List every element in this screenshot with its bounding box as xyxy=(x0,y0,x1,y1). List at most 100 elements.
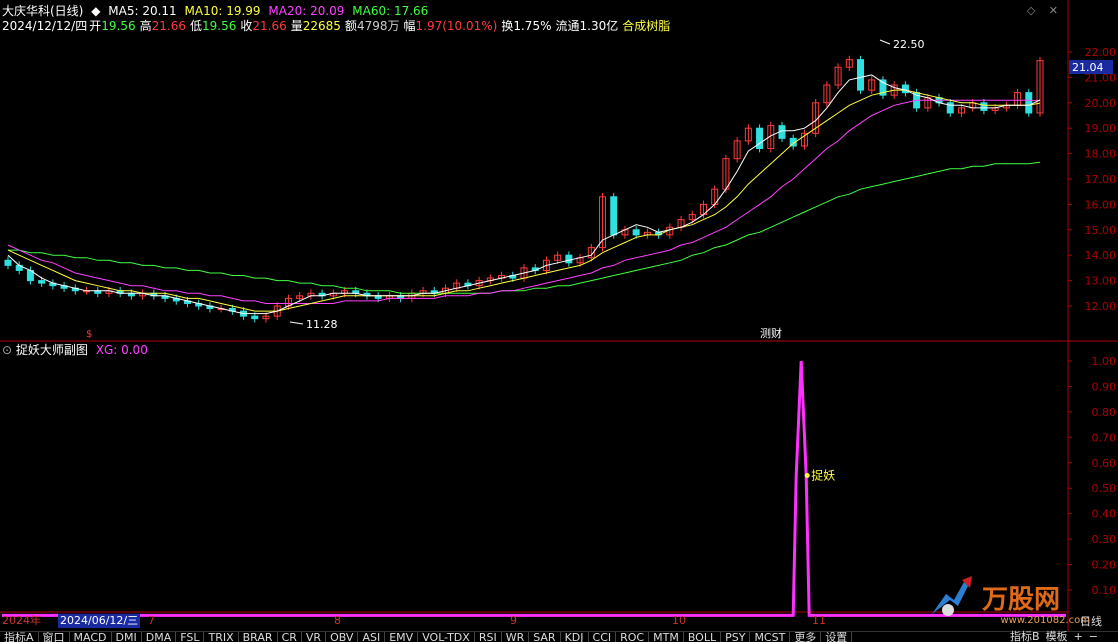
right-tab[interactable]: − xyxy=(1089,630,1098,642)
indicator-tab[interactable]: ASI xyxy=(358,632,386,642)
sub-collapse-icon[interactable]: ⊙ xyxy=(2,343,12,357)
indicator-tab[interactable]: DMA xyxy=(142,632,177,642)
candle-body xyxy=(610,196,618,236)
indicator-tab[interactable]: PSY xyxy=(721,632,751,642)
candle-body xyxy=(565,254,573,264)
indicator-tab[interactable]: 指标A xyxy=(0,632,39,642)
ma5-label: MA5: 20.11 xyxy=(108,4,177,18)
brand-url: www.201082.com xyxy=(1000,615,1090,626)
indicator-tab[interactable]: MCST xyxy=(750,632,791,642)
volume-label: 量 xyxy=(290,19,303,33)
candle-body xyxy=(38,280,46,284)
candle-body xyxy=(1025,92,1033,114)
amount-label: 额 xyxy=(344,19,357,33)
date-axis: 2024年 2024/06/12/三 7 8 9 10 11 xyxy=(0,613,1068,629)
chart-root: 22.00 21.00 20.00 19.00 18.00 17.00 16.00 15.00… xyxy=(0,0,1118,642)
close-value: 21.66 xyxy=(252,19,287,33)
amount-value: 4798万 xyxy=(356,19,400,33)
signal-label: 捉妖 xyxy=(811,468,835,483)
turnover-label: 换 xyxy=(501,19,514,33)
xg-line xyxy=(2,360,1066,617)
candle-body xyxy=(632,229,640,236)
event-marker-small: $ xyxy=(86,329,92,340)
indicator-tab[interactable]: WR xyxy=(502,632,530,642)
indicator-tab[interactable]: OBV xyxy=(326,632,359,642)
indicator-tab[interactable]: MTM xyxy=(649,632,684,642)
indicator-tab[interactable]: EMV xyxy=(385,632,419,642)
indicator-tab[interactable]: RSI xyxy=(475,632,502,642)
indicator-tab[interactable]: MACD xyxy=(70,632,112,642)
y-tick-label: 14.00 xyxy=(1085,249,1117,262)
high-marker-pointer xyxy=(879,39,891,45)
float-label: 流通 xyxy=(555,19,580,33)
month-label: 9 xyxy=(510,614,517,627)
indicator-tab[interactable]: BOLL xyxy=(684,632,722,642)
indicator-tab[interactable]: 更多 xyxy=(790,632,822,642)
ma-info-row: 大庆华科(日线) ◆ MA5: 20.11 MA10: 19.99 MA20: … xyxy=(2,4,432,18)
quote-date: 2024/12/12/四 xyxy=(2,19,88,33)
high-label: 高 xyxy=(139,19,152,33)
xg-value: XG: 0.00 xyxy=(95,343,148,357)
selected-date: 2024/06/12/三 xyxy=(58,614,141,628)
right-tab[interactable]: + xyxy=(1074,630,1083,642)
close-icon[interactable]: ✕ xyxy=(1049,4,1058,17)
sub-panel-title[interactable]: 捉妖大师副图 xyxy=(16,343,88,357)
turnover-value: 1.75% xyxy=(513,19,552,33)
candle-body xyxy=(251,315,259,320)
indicator-tab[interactable]: CCI xyxy=(589,632,617,642)
window-controls: ◇ ✕ xyxy=(1017,4,1058,17)
sector-tag[interactable]: 合成树脂 xyxy=(622,19,670,33)
indicator-tab[interactable]: 窗口 xyxy=(39,632,70,642)
ma10-line xyxy=(7,89,1041,312)
indicator-tabbar: 指标A 窗口 MACD DMI DMA FSL TRIX BRAR CR VR OBV ASI EMV V… xyxy=(0,631,1118,642)
low-label: 低 xyxy=(189,19,202,33)
candle-body xyxy=(756,127,764,150)
stock-name[interactable]: 大庆华科(日线) xyxy=(2,4,83,18)
low-value: 19.56 xyxy=(201,19,237,33)
indicator-tab[interactable]: FSL xyxy=(176,632,205,642)
indicator-tab[interactable]: VR xyxy=(302,632,327,642)
sub-y-tick-label: 0.80 xyxy=(1092,406,1117,419)
sub-y-tick-label: 0.70 xyxy=(1092,431,1117,444)
sub-panel-header: ⊙ 捉妖大师副图 XG: 0.00 xyxy=(2,343,148,357)
month-label: 10 xyxy=(672,614,686,627)
indicator-tab[interactable]: KDJ xyxy=(561,632,589,642)
indicator-tab[interactable]: SAR xyxy=(529,632,561,642)
indicator-tab[interactable]: VOL-TDX xyxy=(418,632,475,642)
quote-info-row: 2024/12/12/四 开19.56 高21.66 低19.56 收21.66 量226… xyxy=(2,19,674,33)
right-tab[interactable]: 指标B xyxy=(1010,630,1040,642)
indicator-tab[interactable]: CR xyxy=(278,632,302,642)
event-marker: 测财 xyxy=(760,326,782,340)
sub-y-tick-label: 1.00 xyxy=(1092,355,1117,368)
indicator-tab[interactable]: BRAR xyxy=(239,632,278,642)
indicator-tab[interactable]: TRIX xyxy=(204,632,239,642)
candle-body xyxy=(980,102,988,111)
sub-y-tick-label: 0.90 xyxy=(1092,380,1117,393)
y-tick-label: 22.00 xyxy=(1085,46,1117,59)
right-tab[interactable]: 模板 xyxy=(1046,630,1068,642)
price-chart[interactable]: 22.0021.0020.0019.0018.0017.0016.0015.00… xyxy=(0,0,1118,642)
y-tick-label: 20.00 xyxy=(1085,97,1117,110)
sub-y-tick-label: 0.60 xyxy=(1092,457,1117,470)
sub-y-tick-label: 0.20 xyxy=(1092,559,1117,572)
right-tabbar: 指标B 模板 + − xyxy=(1004,631,1098,642)
indicator-tab[interactable]: ROC xyxy=(616,632,650,642)
signal-dot xyxy=(804,473,810,478)
month-label: 11 xyxy=(812,614,826,627)
y-tick-label: 12.00 xyxy=(1085,300,1117,313)
last-price: 21.04 xyxy=(1072,61,1104,74)
indicator-tab[interactable]: DMI xyxy=(112,632,142,642)
low-marker: 11.28 xyxy=(306,318,338,331)
low-marker-pointer xyxy=(289,321,304,325)
change-value: 1.97(10.01%) xyxy=(415,19,498,33)
high-value: 21.66 xyxy=(151,19,186,33)
brand-text: 万股网 xyxy=(982,585,1060,615)
collapse-icon[interactable]: ◆ xyxy=(91,4,100,18)
candle-body xyxy=(857,59,865,91)
open-value: 19.56 xyxy=(101,19,136,33)
indicator-tab[interactable]: 设置 xyxy=(821,632,853,642)
y-tick-label: 16.00 xyxy=(1085,198,1117,211)
year-label: 2024年 xyxy=(2,614,41,627)
diamond-icon[interactable]: ◇ xyxy=(1027,4,1035,17)
month-label: 7 xyxy=(148,614,155,627)
